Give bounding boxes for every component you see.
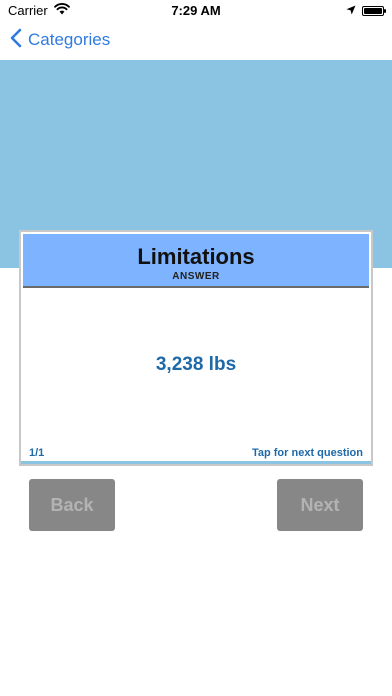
- status-bar: Carrier 7:29 AM: [0, 0, 392, 22]
- card-subtitle: ANSWER: [172, 271, 220, 282]
- card-header: Limitations ANSWER: [23, 234, 369, 288]
- battery-level: [364, 7, 382, 14]
- back-label: Categories: [28, 30, 111, 49]
- back-to-categories-button[interactable]: Categories: [10, 28, 110, 52]
- battery-icon: [362, 5, 386, 16]
- location-arrow-icon: [346, 3, 356, 18]
- next-button[interactable]: Next: [277, 479, 363, 531]
- card-counter: 1/1: [29, 447, 45, 459]
- back-button[interactable]: Back: [29, 479, 115, 531]
- card-title: Limitations: [137, 244, 255, 269]
- flashcard[interactable]: Limitations ANSWER 3,238 lbs 1/1 Tap for…: [19, 230, 373, 466]
- status-right: [346, 3, 386, 18]
- status-time: 7:29 AM: [171, 3, 221, 18]
- chevron-left-icon: [10, 28, 22, 53]
- card-footer: 1/1 Tap for next question: [21, 440, 371, 464]
- card-answer: 3,238 lbs: [155, 354, 237, 375]
- next-question-hint[interactable]: Tap for next question: [252, 447, 363, 459]
